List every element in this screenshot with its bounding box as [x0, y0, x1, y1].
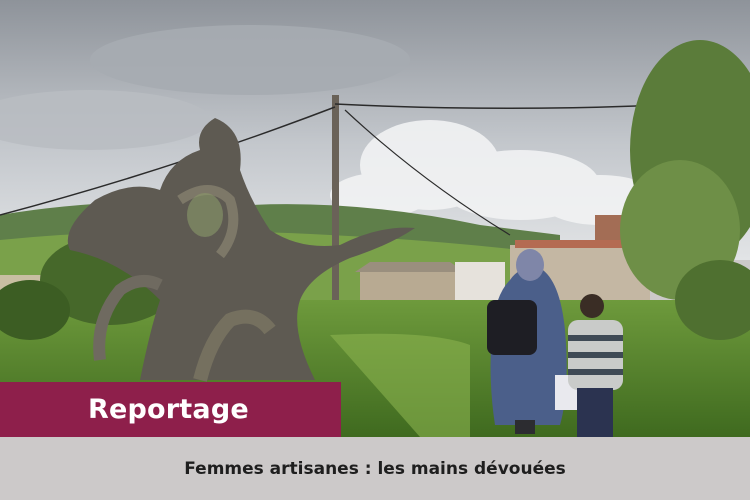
badge-label: Reportage: [88, 394, 249, 425]
reportage-badge: Reportage: [0, 382, 341, 437]
caption-bar: Femmes artisanes : les mains dévouées: [0, 437, 750, 500]
article-caption: Femmes artisanes : les mains dévouées: [184, 458, 566, 479]
report-photo: [0, 0, 750, 437]
